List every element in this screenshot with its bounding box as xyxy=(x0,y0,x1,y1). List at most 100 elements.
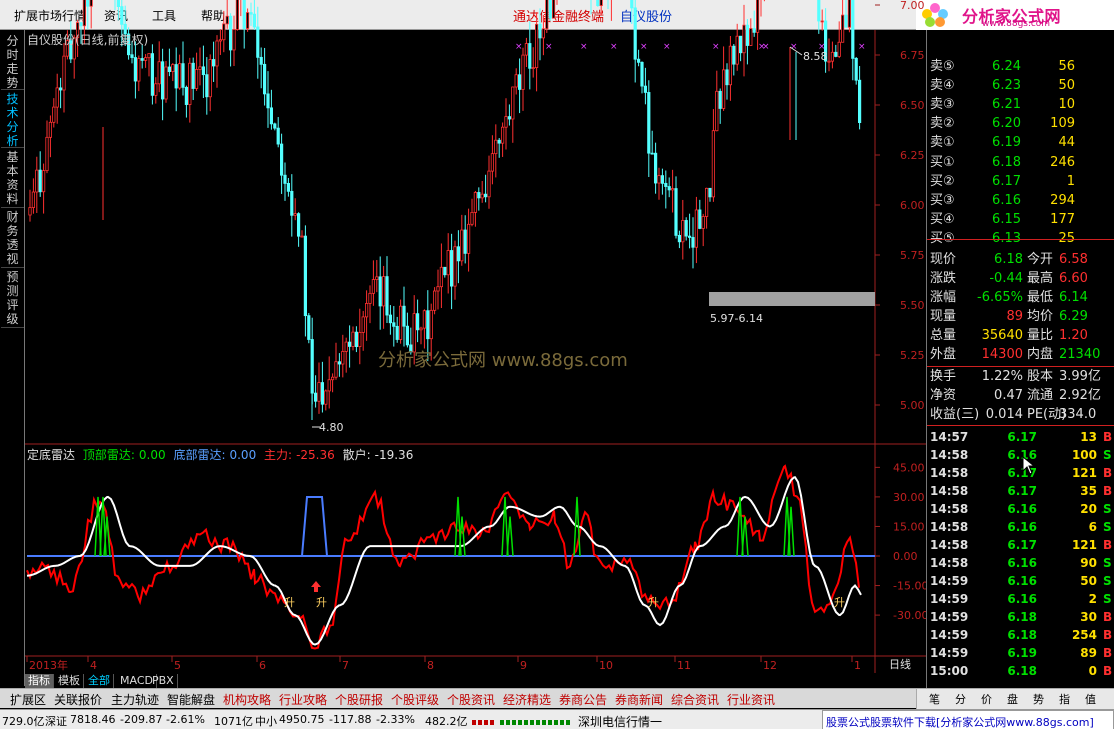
ask-row[interactable]: 卖② 6.20 109 xyxy=(927,114,1114,133)
panel-tab[interactable]: 价 xyxy=(981,691,992,707)
func-item[interactable]: 综合资讯 xyxy=(671,691,719,708)
tick-side: B xyxy=(1103,646,1113,660)
quote-label: 涨幅 xyxy=(930,290,957,305)
quote-row[interactable]: 涨跌 -0.44 最高 6.60 xyxy=(927,269,1114,288)
func-item[interactable]: 智能解盘 xyxy=(167,691,215,708)
func-item[interactable]: 扩展区 xyxy=(10,691,46,708)
ask-price: 6.24 xyxy=(992,59,1021,74)
func-item[interactable]: 机构攻略 xyxy=(223,691,271,708)
func-item[interactable]: 行业资讯 xyxy=(727,691,775,708)
tab-pbx[interactable]: PBX xyxy=(149,674,178,688)
quote-value: 35640 xyxy=(981,328,1023,343)
ask-row[interactable]: 卖① 6.19 44 xyxy=(927,133,1114,152)
top-radar-label: 顶部雷达: xyxy=(82,448,135,462)
quote-label: 均价 xyxy=(1027,309,1054,324)
tick-volume: 121 xyxy=(1071,538,1097,552)
date-axis-label: 10 xyxy=(599,659,613,672)
ad-banner[interactable]: 股票公式股票软件下载[分析家公式网www.88gs.com] xyxy=(822,710,1114,729)
ask-volume: 10 xyxy=(1058,97,1075,112)
quote-row[interactable]: 总量 35640 量比 1.20 xyxy=(927,326,1114,345)
func-item[interactable]: 券商公告 xyxy=(559,691,607,708)
quote-row[interactable]: 外盘 14300 内盘 21340 xyxy=(927,345,1114,364)
divider xyxy=(927,239,1114,240)
quote-panel: 卖⑤ 6.24 56 卖④ 6.23 50 卖③ 6.21 10 卖② 6.20 109 卖① 6.19 4… xyxy=(926,30,1114,688)
indicator-tick-label: 15.00 xyxy=(893,520,925,533)
tick-volume: 89 xyxy=(1080,646,1097,660)
ask-row[interactable]: 卖⑤ 6.24 56 xyxy=(927,57,1114,76)
chart-canvas[interactable]: 8.508.258.007.757.507.257.006.756.506.25… xyxy=(0,0,926,686)
ask-volume: 50 xyxy=(1058,78,1075,93)
status-bar: 729.0亿 深证 7818.46 -209.87 -2.61% 1071亿 中… xyxy=(0,709,1114,729)
tab-template[interactable]: 模板 xyxy=(55,674,84,688)
quote-label: 现价 xyxy=(930,252,957,267)
func-item[interactable]: 个股评级 xyxy=(391,691,439,708)
panel-tab[interactable]: 指 xyxy=(1059,691,1070,707)
panel-tab[interactable]: 势 xyxy=(1033,691,1044,707)
svg-text:×: × xyxy=(712,42,720,52)
func-item[interactable]: 经济精选 xyxy=(503,691,551,708)
tick-row: 14:57 6.17 13 B xyxy=(927,428,1114,446)
quote-row[interactable]: 现价 6.18 今开 6.58 xyxy=(927,250,1114,269)
tick-price: 6.16 xyxy=(1007,502,1037,516)
low-label: 4.80 xyxy=(319,421,344,434)
tick-row: 14:58 6.16 20 S xyxy=(927,500,1114,518)
bid-volume: 246 xyxy=(1050,155,1075,170)
bid-row[interactable]: 买④ 6.15 177 xyxy=(927,210,1114,229)
tick-time: 14:59 xyxy=(930,574,969,588)
bid-row[interactable]: 买③ 6.16 294 xyxy=(927,191,1114,210)
bid-price: 6.18 xyxy=(992,155,1021,170)
zx-index-label: 中小 xyxy=(255,715,277,728)
fundamental-row[interactable]: 净资 0.47 流通 2.92亿 xyxy=(927,386,1114,405)
tick-volume: 30 xyxy=(1080,610,1097,624)
tick-time: 14:58 xyxy=(930,520,969,534)
tab-all[interactable]: 全部 xyxy=(85,674,114,688)
quote-value: 6.18 xyxy=(994,252,1023,267)
bottom-radar-label: 底部雷达: xyxy=(173,448,226,462)
fundamental-row[interactable]: 换手 1.22% 股本 3.99亿 xyxy=(927,367,1114,386)
ask-volume: 44 xyxy=(1058,135,1075,150)
svg-text:×: × xyxy=(858,42,866,52)
indicator-name: 定底雷达 xyxy=(27,448,76,462)
indicator-title: 定底雷达 顶部雷达: 0.00 底部雷达: 0.00 主力: -25.36 散户: -1… xyxy=(27,446,417,463)
func-item[interactable]: 券商新闻 xyxy=(615,691,663,708)
func-item[interactable]: 行业攻略 xyxy=(279,691,327,708)
retail-value: -19.36 xyxy=(374,448,414,462)
quote-row[interactable]: 涨幅 -6.65% 最低 6.14 xyxy=(927,288,1114,307)
quote-label: 涨跌 xyxy=(930,271,957,286)
fundamental-row[interactable]: 收益(三) 0.014 PE(动) 334.0 xyxy=(927,405,1114,424)
func-item[interactable]: 个股研报 xyxy=(335,691,383,708)
tick-time: 14:58 xyxy=(930,538,969,552)
tab-indicator[interactable]: 指标 xyxy=(25,674,54,688)
panel-tab[interactable]: 分 xyxy=(955,691,966,707)
logo-url: www.88gs.com xyxy=(982,19,1051,29)
func-item[interactable]: 关联报价 xyxy=(54,691,102,708)
ask-price: 6.19 xyxy=(992,135,1021,150)
bid-volume: 294 xyxy=(1050,193,1075,208)
date-axis-label: 7 xyxy=(342,659,349,672)
price-tick-label: 7.00 xyxy=(900,0,925,12)
main-force-label: 主力: xyxy=(264,448,293,462)
ask-row[interactable]: 卖④ 6.23 50 xyxy=(927,76,1114,95)
retail-label: 散户: xyxy=(342,448,371,462)
quote-row[interactable]: 现量 89 均价 6.29 xyxy=(927,307,1114,326)
bid-row[interactable]: 买② 6.17 1 xyxy=(927,172,1114,191)
svg-text:×: × xyxy=(515,42,523,52)
tick-price: 6.18 xyxy=(1007,610,1037,624)
tick-row: 14:58 6.16 100 S xyxy=(927,446,1114,464)
rise-marker: 升 xyxy=(316,596,327,609)
tick-volume: 6 xyxy=(1088,520,1097,534)
func-item[interactable]: 主力轨迹 xyxy=(111,691,159,708)
panel-tab[interactable]: 笔 xyxy=(929,691,940,707)
price-tick-label: 5.50 xyxy=(900,299,925,312)
period-label[interactable]: 日线 xyxy=(889,657,911,671)
ask-row[interactable]: 卖③ 6.21 10 xyxy=(927,95,1114,114)
func-item[interactable]: 个股资讯 xyxy=(447,691,495,708)
zx-index-value: 4950.75 xyxy=(279,713,325,726)
site-logo: 分析家公式网 www.88gs.com xyxy=(916,0,1114,30)
price-tick-label: 5.25 xyxy=(900,349,925,362)
panel-tab[interactable]: 值 xyxy=(1085,691,1096,707)
quote-value: 14300 xyxy=(981,347,1023,362)
panel-tab[interactable]: 盘 xyxy=(1007,691,1018,707)
svg-text:×: × xyxy=(545,42,553,52)
bid-row[interactable]: 买① 6.18 246 xyxy=(927,153,1114,172)
